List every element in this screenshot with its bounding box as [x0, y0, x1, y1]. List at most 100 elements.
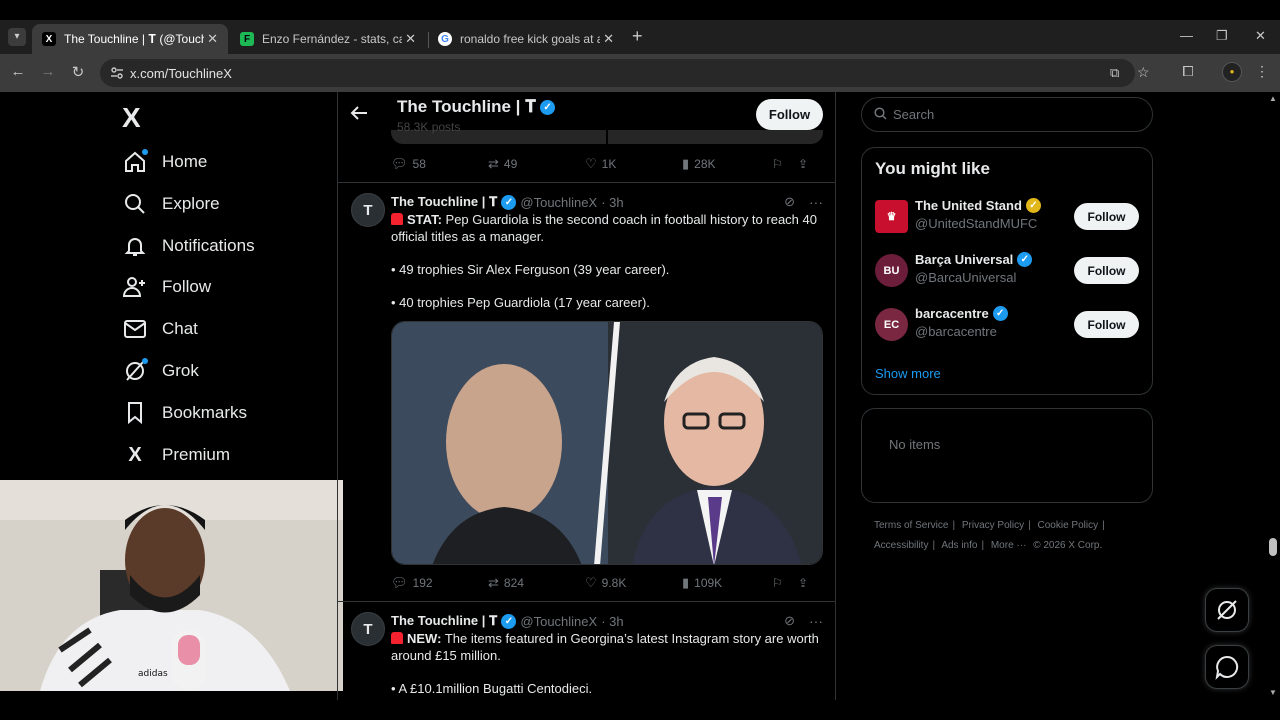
share-icon: ⇪	[798, 576, 809, 590]
scroll-down-icon[interactable]: ▼	[1269, 688, 1277, 697]
account-handle: @BarcaUniversal	[915, 270, 1017, 285]
reply-icon: 💬︎	[391, 156, 408, 171]
tweet-text: NEW: The items featured in Georgina’s la…	[391, 631, 819, 663]
footer-link[interactable]: Ads info	[941, 540, 977, 551]
avatar[interactable]: T	[351, 612, 385, 646]
os-top-bar	[0, 0, 1280, 20]
search-box[interactable]: Search	[861, 97, 1153, 132]
scroll-thumb[interactable]	[1269, 538, 1277, 556]
bookmark-star-icon[interactable]: ☆	[1137, 64, 1150, 81]
follow-button[interactable]: Follow	[1074, 311, 1139, 338]
author-handle[interactable]: @TouchlineX	[520, 195, 597, 210]
tab-search-button[interactable]: ▾	[8, 28, 26, 46]
like-button[interactable]: ♡ 1K	[585, 156, 682, 172]
right-sidebar: Search You might like ♛ The United Stand…	[836, 92, 1266, 700]
share-button[interactable]: ⇪	[798, 576, 808, 590]
avatar[interactable]: T	[351, 193, 385, 227]
scroll-up-icon[interactable]: ▲	[1269, 94, 1277, 103]
account-name: Barça Universal ✓	[915, 252, 1033, 267]
grok-fab-button[interactable]	[1205, 588, 1249, 632]
verified-badge-icon: ✓	[992, 306, 1008, 321]
nav-follow[interactable]: Follow	[122, 272, 211, 302]
reply-button[interactable]: 💬︎ 192	[391, 575, 488, 591]
close-tab-icon[interactable]: ✕	[405, 31, 416, 47]
profile-avatar[interactable]: ●	[1222, 62, 1242, 82]
like-button[interactable]: ♡ 9.8K	[585, 575, 682, 591]
back-icon[interactable]: ←	[8, 63, 28, 80]
reply-button[interactable]: 💬︎ 58	[391, 156, 488, 172]
chat-fab-button[interactable]	[1205, 645, 1249, 689]
tweet-text: STAT: Pep Guardiola is the second coach …	[391, 212, 817, 244]
more-options-icon[interactable]: ···	[809, 613, 823, 629]
footer-link[interactable]: Terms of Service	[874, 520, 948, 531]
author-name[interactable]: The Touchline | 𝐓	[391, 194, 497, 210]
more-options-icon[interactable]: ···	[809, 194, 823, 210]
unread-dot	[142, 358, 148, 364]
footer-link[interactable]: Accessibility	[874, 540, 928, 551]
webcam-overlay: adidas	[0, 480, 343, 691]
footer-link[interactable]: More ···	[991, 540, 1027, 551]
tab-enzo[interactable]: F Enzo Fernández - stats, career a ✕	[230, 24, 426, 54]
suggestion-item[interactable]: ♛ The United Stand ✓ @UnitedStandMUFC Fol…	[875, 198, 1141, 238]
grok-explain-icon[interactable]: ⊘	[784, 194, 795, 210]
restore-icon[interactable]: ❐	[1216, 28, 1228, 44]
tweet-time: · 3h	[601, 613, 624, 629]
x-logo-icon[interactable]: X	[122, 102, 141, 134]
footer-separator: |	[981, 540, 985, 551]
account-handle: @UnitedStandMUFC	[915, 216, 1038, 231]
repost-button[interactable]: ⇄ 824	[488, 575, 585, 591]
minimize-icon[interactable]: —	[1180, 28, 1193, 43]
chat-bubble-icon	[1215, 655, 1239, 680]
install-app-icon[interactable]: ⧉	[1110, 65, 1119, 81]
nav-bookmarks[interactable]: Bookmarks	[122, 398, 247, 428]
tab-title: Enzo Fernández - stats, career a	[262, 32, 402, 46]
views-button[interactable]: ▮ 109K	[682, 575, 772, 591]
page-scrollbar[interactable]: ▲ ▼	[1266, 92, 1280, 700]
author-handle[interactable]: @TouchlineX	[520, 614, 597, 629]
nav-notifications[interactable]: Notifications	[122, 231, 255, 261]
site-settings-icon[interactable]	[110, 66, 124, 80]
extensions-icon[interactable]: ⧠	[1178, 63, 1198, 80]
address-bar: ← → ↻ x.com/TouchlineX ⧉ ☆ ⧠ ● ⋮	[0, 54, 1280, 92]
verified-gold-badge-icon: ✓	[1025, 198, 1041, 213]
tweet-line: • 49 trophies Sir Alex Ferguson (39 year…	[391, 262, 670, 277]
forward-icon[interactable]: →	[38, 63, 58, 80]
footer-link[interactable]: Privacy Policy	[962, 520, 1024, 531]
url-omnibox[interactable]: x.com/TouchlineX ⧉ ☆	[100, 59, 1150, 87]
show-more-link[interactable]: Show more	[875, 366, 941, 381]
bookmark-button[interactable]: ⚐	[772, 157, 798, 171]
nav-grok[interactable]: Grok	[122, 356, 199, 386]
repost-icon: ⇄	[488, 156, 499, 171]
bookmark-button[interactable]: ⚐	[772, 576, 798, 590]
nav-home[interactable]: Home	[122, 147, 207, 177]
verified-badge-icon: ✓	[1017, 252, 1033, 267]
heart-icon: ♡	[585, 156, 597, 171]
suggestion-item[interactable]: BU Barça Universal ✓ @BarcaUniversal Foll…	[875, 252, 1141, 292]
close-tab-icon[interactable]: ✕	[603, 31, 614, 47]
menu-kebab-icon[interactable]: ⋮	[1252, 63, 1272, 80]
repost-button[interactable]: ⇄ 49	[488, 156, 585, 172]
reload-icon[interactable]: ↻	[68, 63, 88, 81]
footer-link[interactable]: Cookie Policy	[1038, 520, 1099, 531]
search-icon	[122, 191, 148, 217]
close-window-icon[interactable]: ✕	[1255, 28, 1266, 44]
nav-chat[interactable]: Chat	[122, 314, 198, 344]
new-tab-button[interactable]: +	[632, 26, 643, 47]
nav-premium[interactable]: X Premium	[122, 440, 230, 470]
follow-button[interactable]: Follow	[1074, 203, 1139, 230]
tab-touchline[interactable]: X The Touchline | 𝐓 (@TouchlineX ✕	[32, 24, 228, 54]
suggestion-item[interactable]: EC barcacentre ✓ @barcacentre Follow	[875, 306, 1141, 346]
tweet-line: • A £10.1million Bugatti Centodieci.	[391, 681, 593, 696]
share-button[interactable]: ⇪	[798, 157, 808, 171]
close-tab-icon[interactable]: ✕	[207, 31, 218, 47]
heart-icon: ♡	[585, 575, 597, 590]
follow-button[interactable]: Follow	[756, 99, 823, 130]
tweet-image[interactable]	[391, 321, 823, 565]
follow-button[interactable]: Follow	[1074, 257, 1139, 284]
nav-explore[interactable]: Explore	[122, 189, 220, 219]
views-button[interactable]: ▮ 28K	[682, 156, 772, 172]
tab-ronaldo[interactable]: G ronaldo free kick goals at al nas ✕	[428, 24, 624, 54]
back-arrow-icon[interactable]	[350, 104, 368, 127]
grok-explain-icon[interactable]: ⊘	[784, 613, 795, 629]
author-name[interactable]: The Touchline | 𝐓	[391, 613, 497, 629]
